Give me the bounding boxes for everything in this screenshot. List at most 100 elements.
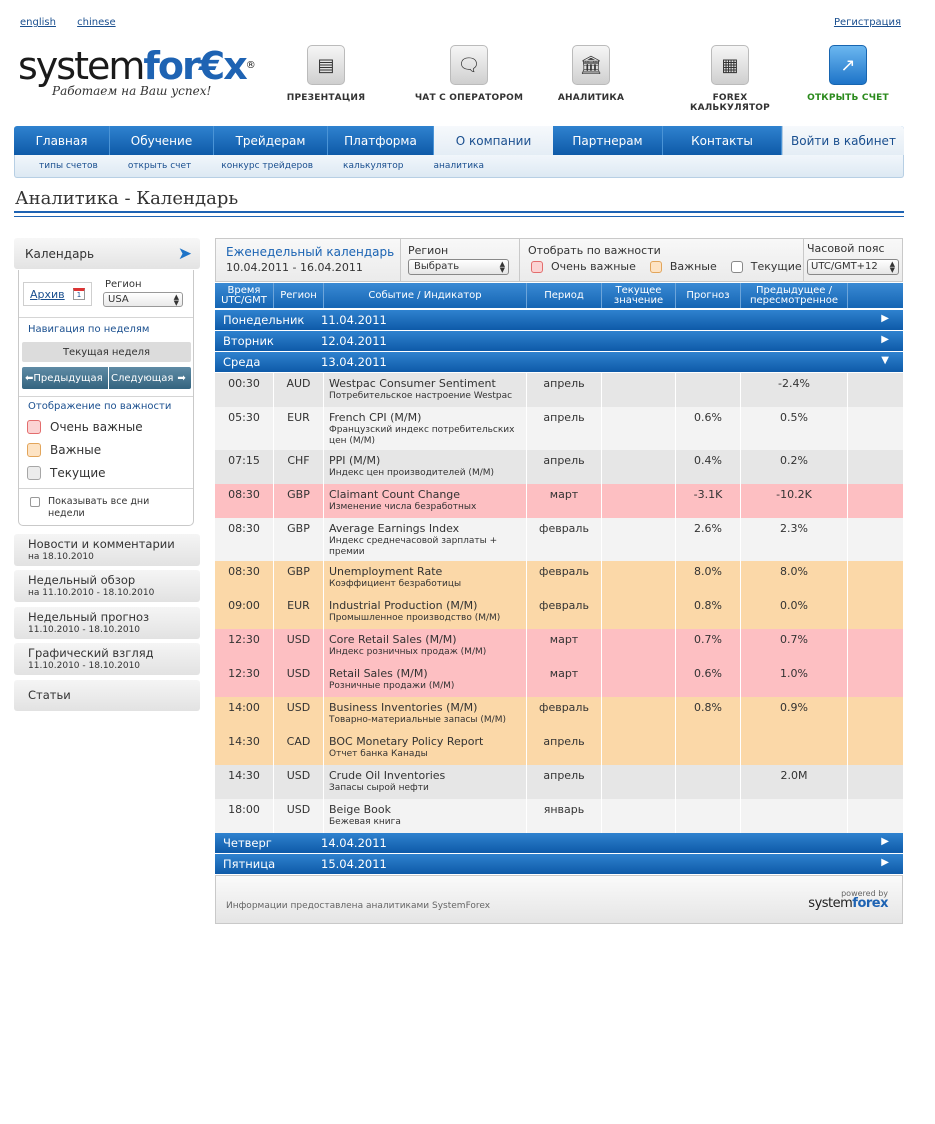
- subnav-calculator[interactable]: калькулятор: [343, 161, 403, 171]
- timezone-label: Часовой пояс: [807, 242, 885, 255]
- event-name: Beige Book Бежевая книга: [324, 799, 527, 833]
- checkbox-gray[interactable]: [27, 466, 41, 480]
- sidebar-very-important-label: Очень важные: [50, 420, 143, 434]
- site-logo[interactable]: systemfor€x® Работаем на Ваш успех!: [18, 46, 256, 98]
- subnav-analytics[interactable]: аналитика: [433, 161, 484, 171]
- sidebar-item-title: Статьи: [28, 688, 71, 702]
- event-name: Claimant Count Change Изменение числа без…: [324, 484, 527, 518]
- event-name-ru: Коэффициент безработицы: [329, 579, 462, 589]
- event-time: 12:30: [215, 629, 274, 663]
- nav-contacts[interactable]: Контакты: [663, 126, 782, 155]
- event-region: EUR: [274, 595, 324, 629]
- calculator-icon: ▦: [711, 45, 749, 85]
- event-time: 12:30: [215, 663, 274, 697]
- sidebar-calendar-head[interactable]: Календарь ➤: [14, 238, 200, 269]
- archive-link[interactable]: Архив 1: [23, 282, 92, 306]
- nav-education[interactable]: Обучение: [110, 126, 214, 155]
- event-forecast: 0.6%: [676, 407, 741, 450]
- event-extra: [848, 629, 903, 663]
- calendar-importance-options: Очень важные Важные Текущие: [531, 260, 816, 273]
- day-row-friday[interactable]: Пятница 15.04.2011 ▶: [215, 854, 903, 874]
- calendar-filter-bar: Еженедельный календарь 10.04.2011 - 16.0…: [215, 238, 903, 282]
- event-current: [602, 450, 676, 484]
- event-name-ru: Запасы сырой нефти: [329, 783, 429, 793]
- event-extra: [848, 561, 903, 595]
- subnav-open-account[interactable]: открыть счет: [128, 161, 191, 171]
- sidebar-head-label: Календарь: [25, 246, 95, 261]
- sidebar-item-weekly-forecast[interactable]: Недельный прогноз 11.10.2010 - 18.10.201…: [14, 607, 200, 639]
- sidebar-item-weekly-review[interactable]: Недельный обзор на 11.10.2010 - 18.10.20…: [14, 570, 200, 602]
- table-row: 08:30 GBP Claimant Count Change Изменение…: [215, 484, 903, 518]
- event-previous: 8.0%: [741, 561, 848, 595]
- day-name: Четверг: [223, 836, 272, 850]
- table-row: 12:30 USD Core Retail Sales (M/M) Индекс …: [215, 629, 903, 663]
- event-forecast: 0.8%: [676, 595, 741, 629]
- event-name-ru: Изменение числа безработных: [329, 502, 477, 512]
- event-previous: -10.2K: [741, 484, 848, 518]
- arrow-left-icon: ⬅: [25, 372, 34, 384]
- event-region: USD: [274, 663, 324, 697]
- event-period: апрель: [527, 407, 602, 450]
- register-link[interactable]: Регистрация: [834, 17, 901, 28]
- sidebar-item-news[interactable]: Новости и комментарии на 18.10.2010: [14, 534, 200, 566]
- arrow-right-icon: ➤: [177, 244, 192, 264]
- week-nav-label: Навигация по неделям: [28, 324, 150, 335]
- event-name-ru: Бежевая книга: [329, 817, 401, 827]
- calendar-region-select[interactable]: Выбрать ▲ ▼: [408, 259, 509, 275]
- lang-chinese-link[interactable]: chinese: [77, 17, 115, 28]
- checkbox-orange[interactable]: [27, 443, 41, 457]
- sidebar-filter-very-important[interactable]: Очень важные: [27, 420, 143, 434]
- filter-important-label: Важные: [669, 260, 717, 273]
- event-name: PPI (M/M) Индекс цен производителей (M/M): [324, 450, 527, 484]
- event-region: USD: [274, 629, 324, 663]
- current-week-button[interactable]: Текущая неделя: [22, 342, 191, 362]
- header-presentation[interactable]: ▤ ПРЕЗЕНТАЦИЯ: [271, 45, 381, 103]
- sidebar-filter-important[interactable]: Важные: [27, 443, 101, 457]
- timezone-select[interactable]: UTC/GMT+12 ▲ ▼: [807, 259, 899, 275]
- sidebar-item-graphic-view[interactable]: Графический взгляд 11.10.2010 - 18.10.20…: [14, 643, 200, 675]
- prev-week-button[interactable]: ⬅ Предыдущая: [22, 367, 108, 389]
- event-name-en: BOC Monetary Policy Report: [329, 735, 484, 748]
- subnav-contest[interactable]: конкурс трейдеров: [221, 161, 313, 171]
- event-current: [602, 518, 676, 561]
- day-row-monday[interactable]: Понедельник 11.04.2011 ▶: [215, 310, 903, 330]
- day-row-tuesday[interactable]: Вторник 12.04.2011 ▶: [215, 331, 903, 351]
- event-extra: [848, 731, 903, 765]
- checkbox-red[interactable]: [27, 420, 41, 434]
- day-row-thursday[interactable]: Четверг 14.04.2011 ▶: [215, 833, 903, 853]
- nav-about[interactable]: О компании: [434, 126, 553, 155]
- show-all-checkbox[interactable]: [30, 497, 40, 507]
- nav-home[interactable]: Главная: [14, 126, 110, 155]
- nav-platform[interactable]: Платформа: [328, 126, 434, 155]
- prev-week-label: Предыдущая: [33, 372, 103, 384]
- header-analytics[interactable]: 🏛 АНАЛИТИКА: [536, 45, 646, 103]
- day-row-wednesday[interactable]: Среда 13.04.2011 ▼: [215, 352, 903, 372]
- next-week-button[interactable]: Следующая ➡: [109, 367, 191, 389]
- subnav-account-types[interactable]: типы счетов: [39, 161, 98, 171]
- event-time: 05:30: [215, 407, 274, 450]
- filter-important-checkbox[interactable]: [649, 260, 662, 273]
- filter-very-important-checkbox[interactable]: [531, 260, 543, 273]
- event-period: март: [527, 663, 602, 697]
- day-date: 12.04.2011: [321, 334, 387, 348]
- event-extra: [848, 765, 903, 799]
- event-name-ru: Индекс розничных продаж (M/M): [329, 647, 487, 657]
- filter-very-important-label: Очень важные: [551, 260, 636, 273]
- filter-current-checkbox[interactable]: [730, 260, 743, 273]
- table-row: 14:30 CAD BOC Monetary Policy Report Отче…: [215, 731, 903, 765]
- table-row: 14:00 USD Business Inventories (M/M) Това…: [215, 697, 903, 731]
- sidebar-item-articles[interactable]: Статьи: [14, 680, 200, 711]
- sidebar-filter-current[interactable]: Текущие: [27, 466, 106, 480]
- header-chat[interactable]: 🗨 ЧАТ С ОПЕРАТОРОМ: [414, 45, 524, 103]
- header-calculator[interactable]: ▦ FOREX КАЛЬКУЛЯТОР: [675, 45, 785, 113]
- show-all-days-option[interactable]: Показывать все дни недели: [30, 496, 183, 520]
- event-current: [602, 629, 676, 663]
- nav-partners[interactable]: Партнерам: [553, 126, 663, 155]
- sidebar-region-select[interactable]: USA ▲ ▼: [103, 292, 183, 307]
- logo-registered: ®: [245, 60, 256, 71]
- nav-traders[interactable]: Трейдерам: [214, 126, 328, 155]
- event-name: Business Inventories (M/M) Товарно-матери…: [324, 697, 527, 731]
- nav-login[interactable]: Войти в кабинет: [782, 126, 904, 155]
- lang-english-link[interactable]: english: [20, 17, 56, 28]
- header-open-account[interactable]: ↗ ОТКРЫТЬ СЧЕТ: [793, 45, 903, 103]
